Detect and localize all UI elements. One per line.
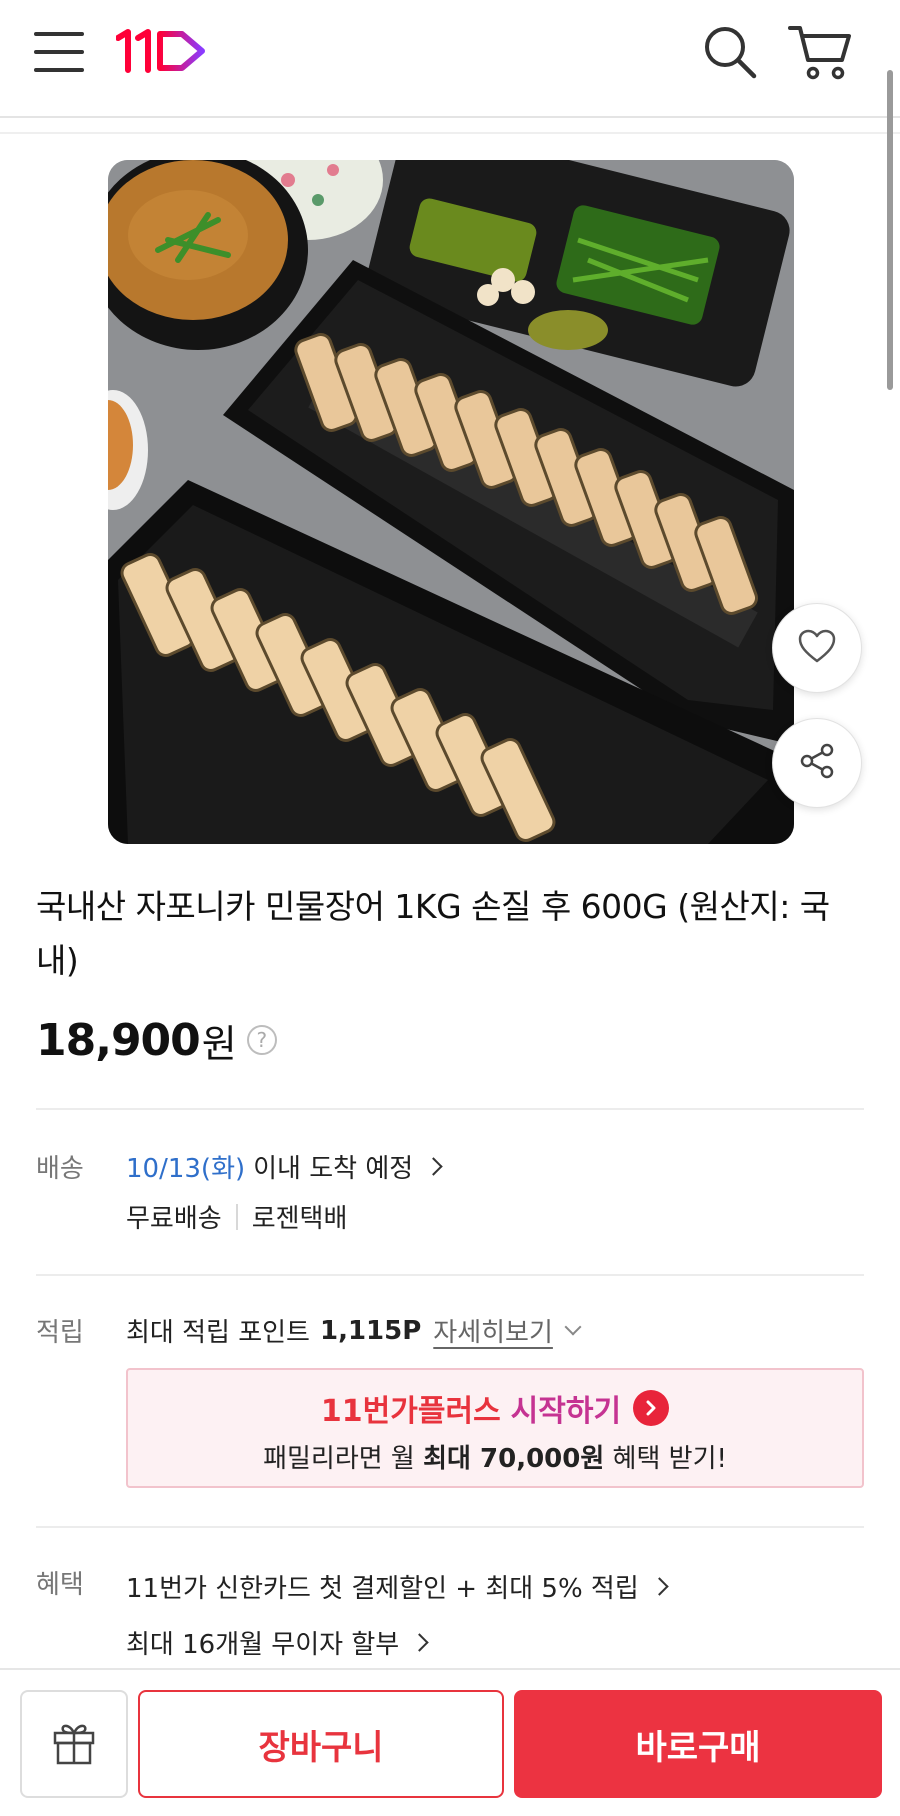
promo-title-brand: 11번가플러스 <box>320 1394 501 1429</box>
hamburger-menu-icon[interactable] <box>34 30 84 74</box>
price-help-icon[interactable]: ? <box>246 1025 277 1055</box>
delivery-eta-text: 이내 도착 예정 <box>253 1154 414 1184</box>
product-title: 국내산 자포니카 민물장어 1KG 손질 후 600G (원산지: 국내) <box>36 887 830 980</box>
eleven-street-logo[interactable] <box>115 28 208 74</box>
scrollbar[interactable] <box>887 70 893 390</box>
promo-title: 11번가플러스 시작하기 <box>128 1386 862 1430</box>
shipping-details: 무료배송 로젠택배 <box>126 1198 347 1235</box>
section-divider <box>36 1108 864 1110</box>
shipping-carrier: 로젠택배 <box>251 1204 348 1234</box>
product-image[interactable] <box>108 160 794 844</box>
points-row: 최대 적립 포인트 1,115P 자세히보기 <box>126 1312 582 1349</box>
top-header <box>0 0 900 118</box>
installment-text: 최대 16개월 무이자 할부 <box>126 1630 400 1660</box>
search-icon[interactable] <box>700 22 760 82</box>
points-label: 적립 <box>36 1318 84 1348</box>
header-divider <box>0 132 900 134</box>
like-button[interactable] <box>772 603 862 693</box>
arrow-right-circle-icon <box>633 1390 670 1426</box>
gift-button[interactable] <box>20 1690 128 1798</box>
promo-title-action: 시작하기 <box>510 1394 622 1429</box>
gift-icon <box>49 1717 99 1771</box>
heart-icon <box>797 628 837 668</box>
chevron-right-icon <box>410 1633 429 1652</box>
add-to-cart-button[interactable]: 장바구니 <box>138 1690 504 1798</box>
promo-desc-prefix: 패밀리라면 월 <box>263 1444 415 1474</box>
share-icon <box>798 742 836 784</box>
shipping-label: 배송 <box>36 1154 84 1184</box>
points-amount: 1,115P <box>319 1315 422 1346</box>
section-divider <box>36 1274 864 1276</box>
price-row: 18,900 원 ? <box>36 1010 277 1070</box>
points-prefix: 최대 적립 포인트 <box>126 1318 310 1348</box>
product-price: 18,900 <box>36 1014 201 1066</box>
promo-description: 패밀리라면 월 최대 70,000원 혜택 받기! <box>128 1438 862 1475</box>
card-benefit-row[interactable]: 11번가 신한카드 첫 결제할인 + 최대 5% 적립 <box>126 1568 669 1605</box>
chevron-right-icon <box>650 1577 669 1596</box>
shipping-fee: 무료배송 <box>126 1204 222 1234</box>
section-divider <box>36 1526 864 1528</box>
delivery-eta[interactable]: 10/13(화) 이내 도착 예정 <box>126 1148 443 1185</box>
share-button[interactable] <box>772 718 862 808</box>
currency-unit: 원 <box>201 1021 237 1066</box>
card-benefit-text: 11번가 신한카드 첫 결제할인 + 최대 5% 적립 <box>126 1574 639 1604</box>
bottom-action-bar: 장바구니 바로구매 <box>0 1668 900 1816</box>
plus-promo-banner[interactable]: 11번가플러스 시작하기 패밀리라면 월 최대 70,000원 혜택 받기! <box>126 1368 864 1488</box>
benefits-label: 혜택 <box>36 1570 84 1600</box>
chevron-right-icon <box>424 1157 443 1176</box>
separator <box>235 1203 238 1230</box>
cart-icon[interactable] <box>786 22 854 82</box>
installment-row[interactable]: 최대 16개월 무이자 할부 <box>126 1624 429 1661</box>
promo-desc-suffix: 혜택 받기! <box>612 1444 727 1474</box>
delivery-date: 10/13(화) <box>126 1154 246 1184</box>
points-detail-link[interactable]: 자세히보기 <box>433 1312 553 1349</box>
buy-now-button[interactable]: 바로구매 <box>514 1690 882 1798</box>
chevron-down-icon[interactable] <box>564 1318 582 1335</box>
promo-desc-bold: 최대 70,000원 <box>423 1444 605 1474</box>
